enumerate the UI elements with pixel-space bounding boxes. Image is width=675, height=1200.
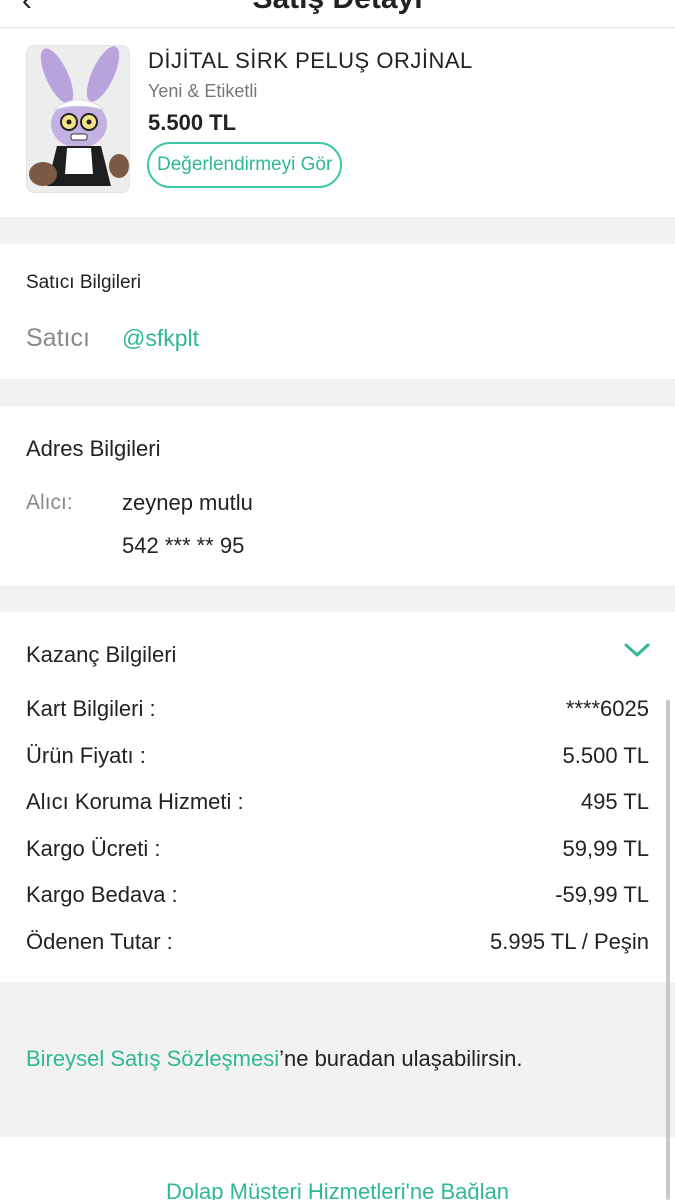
row-value: -59,99 TL — [555, 882, 649, 907]
recipient-name: zeynep mutlu — [122, 490, 253, 515]
address-section: Adres Bilgileri Alıcı: zeynep mutlu 542 … — [0, 406, 675, 586]
product-condition: Yeni & Etiketli — [148, 81, 258, 101]
earnings-section-title: Kazanç Bilgileri — [26, 642, 177, 667]
row-value: 5.500 TL — [562, 743, 649, 768]
address-section-title: Adres Bilgileri — [26, 436, 161, 461]
row-label: Kart Bilgileri : — [26, 696, 156, 721]
plush-toy-icon — [27, 46, 129, 192]
row-label: Ödenen Tutar : — [26, 929, 173, 954]
row-value: 59,99 TL — [562, 836, 649, 861]
chevron-down-icon[interactable] — [623, 640, 651, 660]
row-label: Kargo Ücreti : — [26, 836, 161, 861]
product-title[interactable]: DİJİTAL SİRK PELUŞ ORJİNAL — [148, 48, 473, 74]
top-bar: ‹ Satış Detayı — [0, 0, 675, 28]
product-card[interactable]: DİJİTAL SİRK PELUŞ ORJİNAL Yeni & Etiket… — [0, 29, 675, 217]
earnings-row-card: Kart Bilgileri : ****6025 — [26, 696, 649, 726]
page-title: Satış Detayı — [0, 0, 675, 16]
earnings-section: Kazanç Bilgileri Kart Bilgileri : ****60… — [0, 612, 675, 982]
scrollbar[interactable] — [666, 700, 670, 1200]
recipient-label: Alıcı: — [26, 491, 73, 514]
contract-notice: Bireysel Satış Sözleşmesi’ne buradan ula… — [26, 1046, 522, 1072]
sales-contract-link[interactable]: Bireysel Satış Sözleşmesi — [26, 1046, 279, 1071]
earnings-row-shipping-fee: Kargo Ücreti : 59,99 TL — [26, 836, 649, 866]
support-bar: Dolap Müşteri Hizmetleri'ne Bağlan — [0, 1137, 675, 1200]
recipient-phone: 542 *** ** 95 — [122, 533, 245, 558]
product-image[interactable] — [26, 45, 130, 193]
row-label: Kargo Bedava : — [26, 882, 178, 907]
earnings-row-free-shipping: Kargo Bedava : -59,99 TL — [26, 882, 649, 912]
row-label: Ürün Fiyatı : — [26, 743, 146, 768]
seller-section-title: Satıcı Bilgileri — [26, 272, 142, 293]
customer-support-link[interactable]: Dolap Müşteri Hizmetleri'ne Bağlan — [0, 1179, 675, 1200]
seller-label: Satıcı — [26, 324, 90, 352]
seller-section: Satıcı Bilgileri Satıcı @sfkplt — [0, 244, 675, 379]
row-value: ****6025 — [565, 696, 649, 721]
earnings-row-product-price: Ürün Fiyatı : 5.500 TL — [26, 743, 649, 773]
seller-username-link[interactable]: @sfkplt — [122, 325, 199, 352]
contract-notice-text: ’ne buradan ulaşabilirsin. — [279, 1046, 523, 1071]
view-review-button[interactable]: Değerlendirmeyi Gör — [147, 142, 343, 188]
earnings-row-buyer-protection: Alıcı Koruma Hizmeti : 495 TL — [26, 789, 649, 819]
earnings-row-paid-amount: Ödenen Tutar : 5.995 TL / Peşin — [26, 929, 649, 959]
row-value: 5.995 TL / Peşin — [490, 929, 649, 954]
row-value: 495 TL — [580, 789, 649, 814]
row-label: Alıcı Koruma Hizmeti : — [26, 789, 244, 814]
product-price: 5.500 TL — [148, 110, 237, 135]
